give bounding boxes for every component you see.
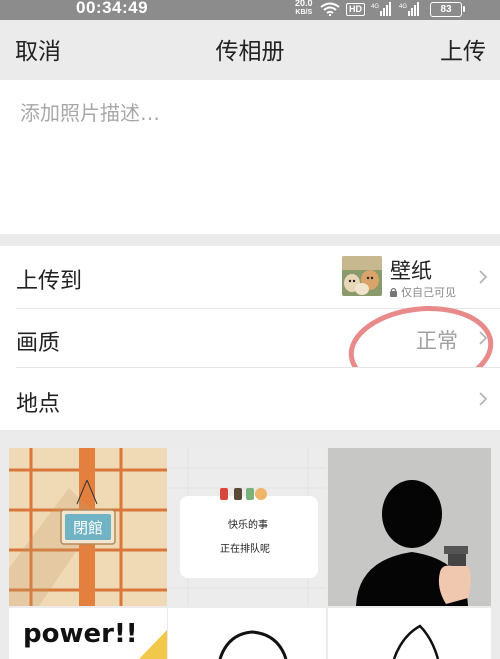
svg-text:4G: 4G (371, 4, 379, 10)
photo-window-sign[interactable]: 閉館 (9, 448, 167, 606)
status-time: 00:34:49 (76, 0, 149, 17)
page-title: 传相册 (215, 39, 285, 65)
network-speed-unit: KB/S (295, 9, 313, 16)
upload-button[interactable]: 上传 (440, 32, 486, 66)
upload-to-label: 上传到 (16, 269, 83, 294)
cancel-button[interactable]: 取消 (15, 32, 61, 66)
privacy-status: 仅自己可见 (389, 284, 456, 300)
quality-label: 画质 (16, 331, 61, 356)
status-icons: HD 4G 4G (320, 1, 421, 17)
signal-icon-2: 4G (399, 2, 419, 16)
sticker-caption: power!! (23, 619, 138, 649)
photo-happy-note[interactable]: 快乐的事 正在排队呢 (168, 448, 326, 606)
chevron-right-icon (479, 392, 488, 406)
signal-icon: 4G (371, 2, 391, 16)
hd-badge: HD (346, 2, 365, 16)
network-speed: 20.0 KB/S (295, 0, 313, 17)
photo-description-input[interactable]: 添加照片描述… (0, 80, 500, 234)
nav-bar: 传相册 取消 上传 (0, 20, 500, 80)
location-label: 地点 (16, 392, 61, 417)
section-divider (0, 234, 500, 246)
svg-text:4G: 4G (399, 4, 407, 10)
photo-power-sticker[interactable]: power!! (9, 608, 167, 659)
description-placeholder: 添加照片描述… (20, 101, 160, 125)
battery-indicator: 83 (430, 2, 465, 17)
album-thumbnail (342, 256, 382, 296)
status-bar: 00:34:49 20.0 KB/S HD 4G 4G 83 (0, 0, 500, 20)
sign-text: 閉館 (73, 519, 103, 537)
photo-silhouette-gun[interactable] (328, 448, 491, 606)
network-speed-value: 20.0 (295, 0, 313, 8)
wifi-icon (320, 2, 340, 16)
note-line-2: 正在排队呢 (220, 542, 270, 555)
album-name: 壁纸 (390, 259, 432, 283)
photo-doodle-shape[interactable] (328, 608, 491, 659)
location-row[interactable]: 地点 (0, 368, 500, 430)
note-line-1: 快乐的事 (228, 518, 268, 531)
chevron-right-icon (479, 270, 488, 284)
privacy-label: 仅自己可见 (401, 286, 456, 299)
lock-icon (390, 287, 397, 297)
photo-doodle-face[interactable] (168, 608, 326, 659)
